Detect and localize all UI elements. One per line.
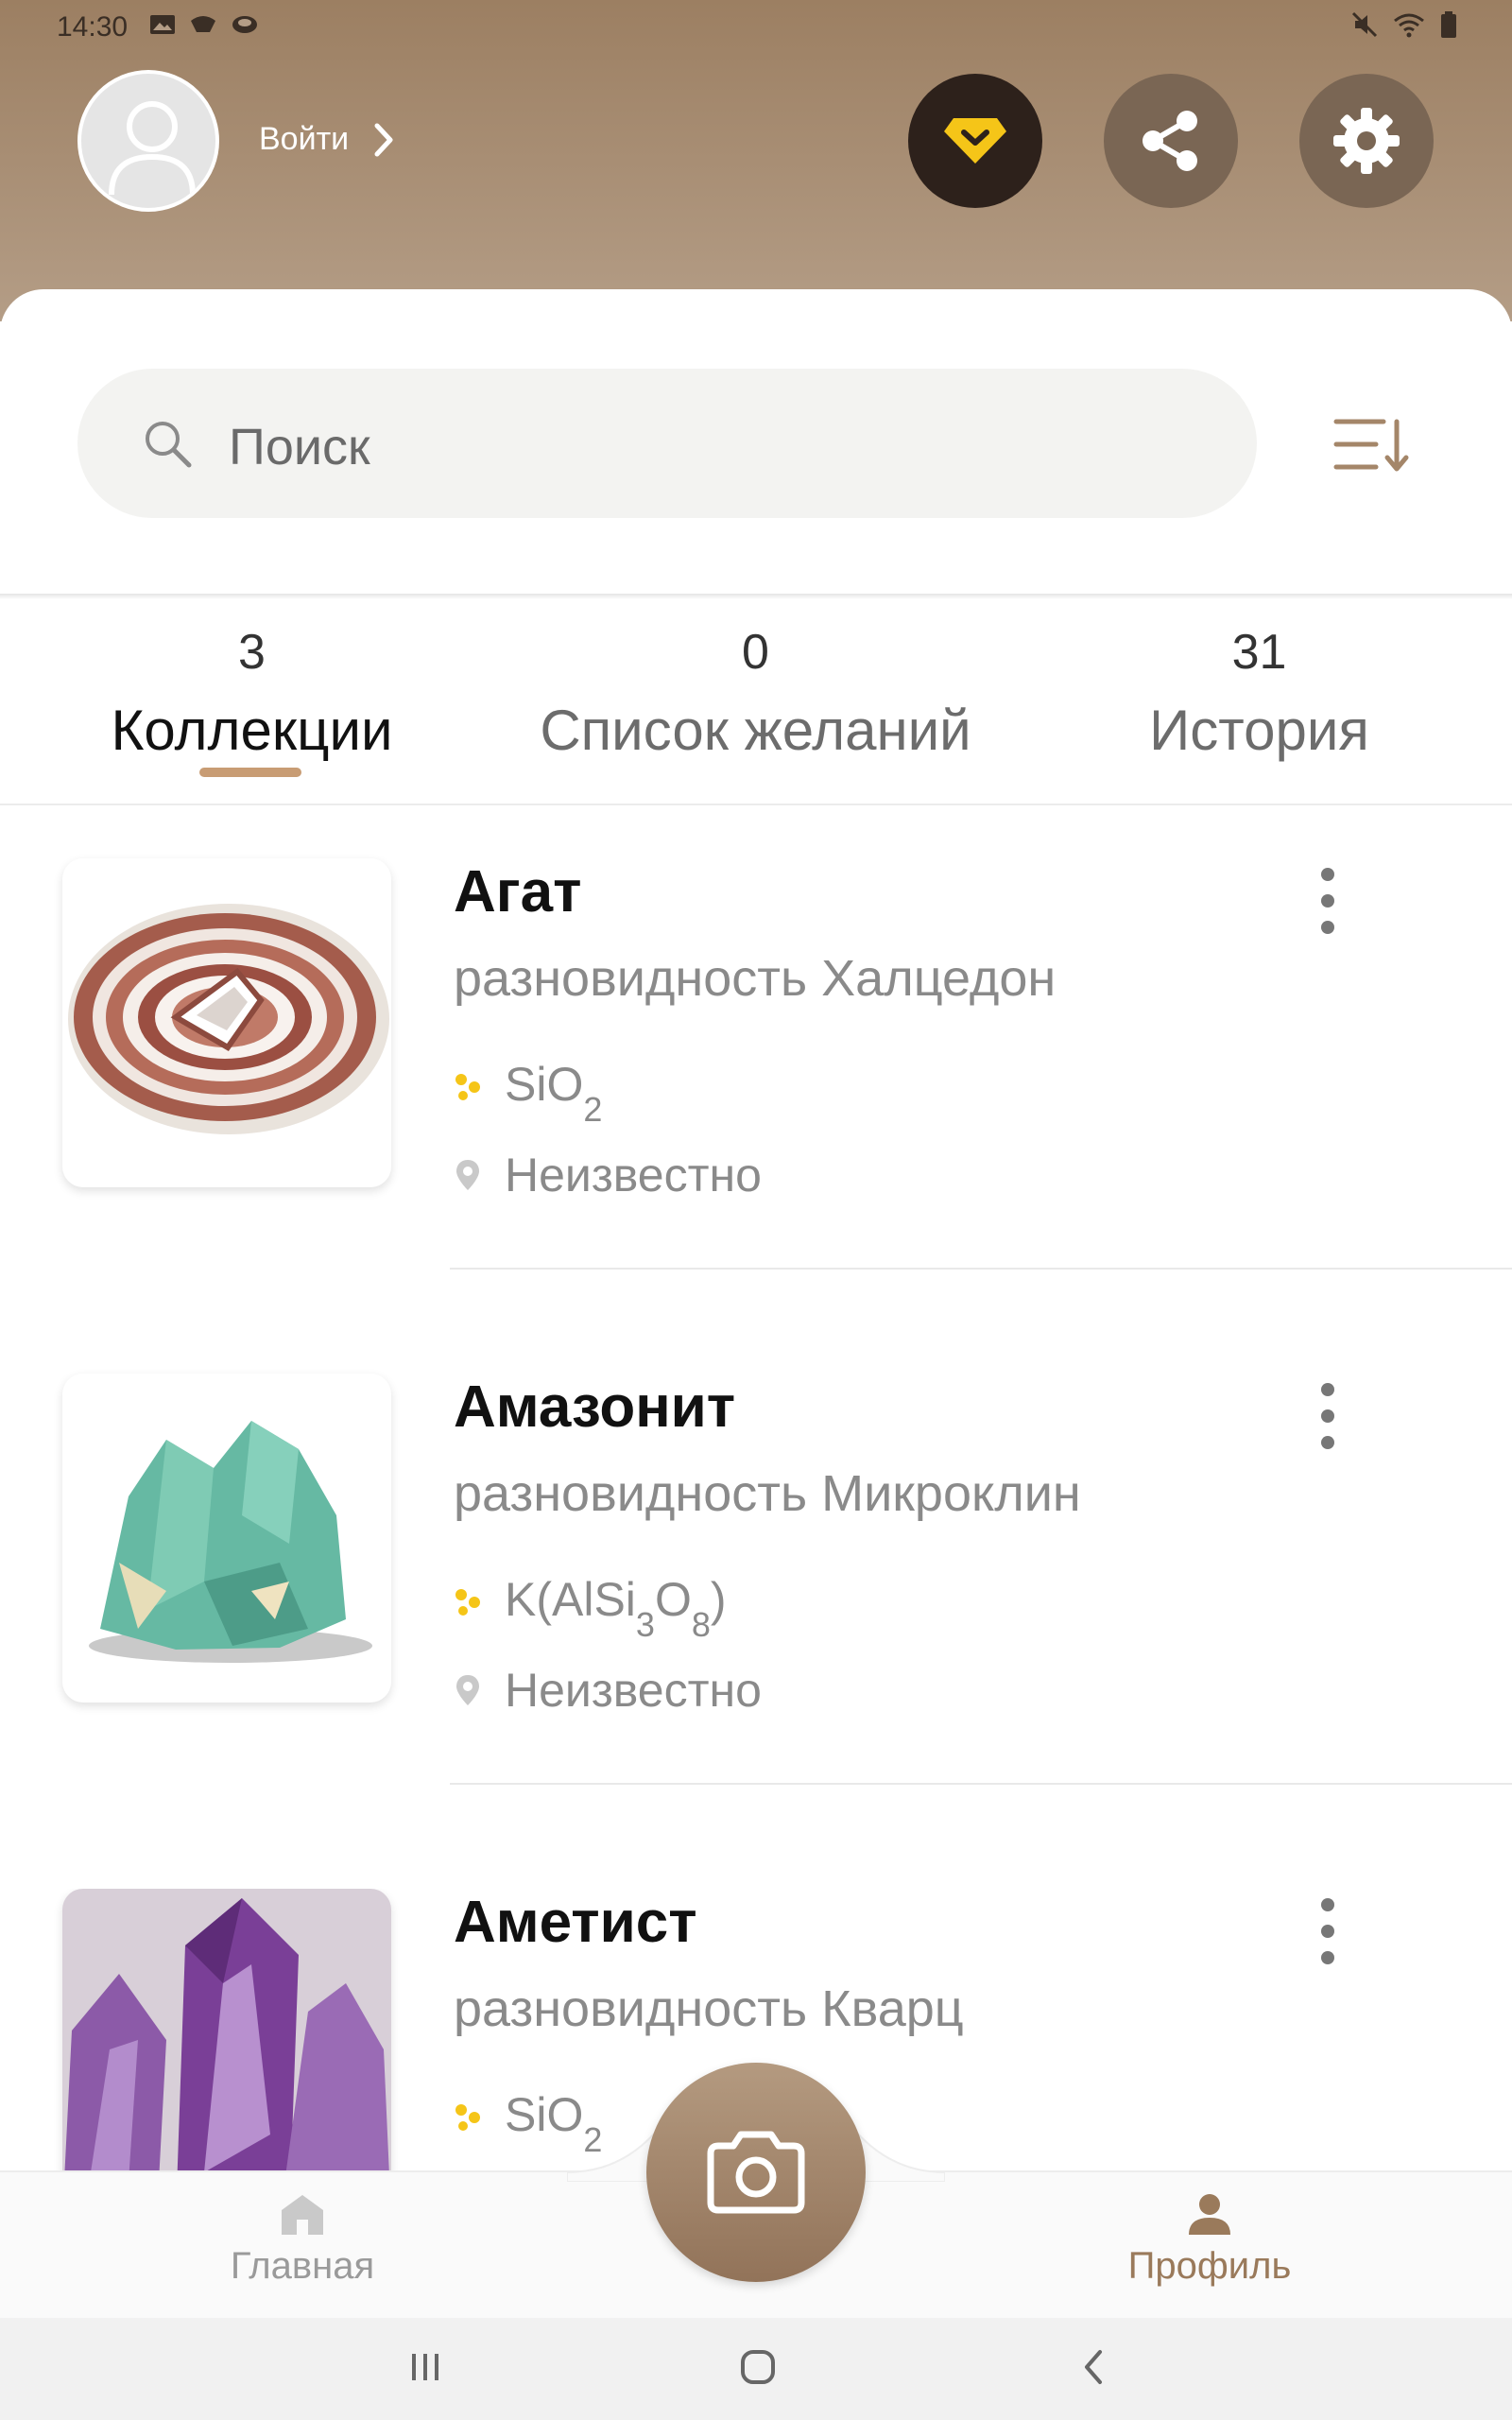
stone-notify-icon (232, 16, 257, 33)
diamond-icon (944, 118, 1006, 164)
location-pin-icon (456, 1675, 479, 1705)
status-time: 14:30 (57, 11, 129, 43)
tab-label: Список желаний (540, 699, 971, 762)
tab-count: 3 (238, 625, 266, 680)
active-tab-indicator (199, 768, 301, 777)
back-icon[interactable] (1075, 2348, 1113, 2386)
item-location: Неизвестно (454, 1148, 762, 1202)
home-icon (282, 2195, 323, 2235)
formula-text: SiO (505, 1058, 584, 1111)
wifi-icon (1394, 13, 1424, 38)
location-text: Неизвестно (505, 1664, 762, 1717)
item-location: Неизвестно (454, 1663, 762, 1718)
login-link[interactable]: Войти (259, 121, 394, 158)
list-item[interactable]: Агат разновидность Халцедон SiO2 Неизвес… (0, 858, 1512, 1374)
profile-icon (1189, 2194, 1230, 2235)
camera-icon (707, 2131, 805, 2214)
mineral-image-agate (62, 858, 391, 1187)
sort-icon[interactable] (1332, 414, 1414, 475)
mineral-image-amazonite (62, 1374, 391, 1703)
tab-history[interactable]: 31 История (1007, 624, 1511, 763)
formula-subscript: 3 (635, 1605, 655, 1644)
avatar[interactable] (77, 70, 219, 212)
tab-collections[interactable]: 3 Коллекции (0, 624, 504, 763)
mute-icon (1351, 11, 1378, 38)
home-system-icon[interactable] (739, 2348, 777, 2386)
more-options-icon[interactable] (1314, 868, 1342, 934)
list-item[interactable]: Амазонит разновидность Микроклин K(AlSi3… (0, 1374, 1512, 1889)
tabs-divider (0, 804, 1512, 805)
recent-apps-icon[interactable] (406, 2348, 444, 2386)
item-variety: разновидность Микроклин (454, 1465, 1081, 1522)
login-label: Войти (259, 121, 350, 157)
settings-button[interactable] (1299, 74, 1434, 208)
item-formula: SiO2 (454, 1057, 602, 1129)
item-name: Аметист (454, 1890, 697, 1955)
search-icon (146, 422, 192, 468)
status-bar: 14:30 (0, 0, 1512, 55)
molecule-icon (455, 2104, 480, 2131)
camera-button[interactable] (646, 2063, 866, 2282)
gallery-icon (150, 15, 175, 34)
system-navigation-bar (0, 2318, 1512, 2420)
search-input[interactable]: Поиск (77, 369, 1257, 518)
item-variety: разновидность Халцедон (454, 950, 1057, 1007)
tab-label: Коллекции (111, 699, 393, 762)
molecule-icon (455, 1589, 480, 1616)
search-placeholder: Поиск (229, 419, 370, 475)
mineral-image-amethyst (62, 1889, 391, 2170)
formula-text: K(AlSi (505, 1573, 636, 1626)
more-options-icon[interactable] (1314, 1383, 1342, 1449)
gear-icon (1333, 108, 1400, 174)
status-notification-icons (149, 13, 259, 36)
mineral-notify-icon (191, 16, 215, 32)
formula-text: ) (710, 1573, 727, 1626)
item-formula: K(AlSi3O8) (454, 1572, 727, 1644)
formula-text: O (654, 1573, 692, 1626)
formula-subscript: 2 (583, 1090, 603, 1129)
item-divider (450, 1783, 1512, 1785)
item-name: Амазонит (454, 1374, 736, 1440)
more-options-icon[interactable] (1314, 1898, 1342, 1964)
tab-count: 31 (1231, 625, 1287, 680)
tab-label: История (1149, 699, 1369, 762)
location-text: Неизвестно (505, 1149, 762, 1201)
item-name: Агат (454, 859, 582, 925)
item-variety: разновидность Кварц (454, 1980, 964, 2037)
tab-wishlist[interactable]: 0 Список желаний (504, 624, 1007, 763)
status-system-icons (1351, 11, 1457, 38)
nav-home[interactable]: Главная (189, 2191, 416, 2288)
battery-icon (1441, 11, 1456, 38)
chevron-right-icon (374, 123, 393, 156)
tab-count: 0 (742, 625, 769, 680)
share-button[interactable] (1104, 74, 1238, 208)
molecule-icon (455, 1074, 480, 1100)
nav-profile-label: Профиль (1127, 2245, 1292, 2287)
share-icon (1143, 111, 1197, 171)
location-pin-icon (456, 1160, 479, 1190)
search-divider (0, 594, 1512, 599)
nav-profile[interactable]: Профиль (1096, 2191, 1323, 2288)
formula-subscript: 8 (691, 1605, 711, 1644)
nav-home-label: Главная (230, 2245, 375, 2287)
item-divider (450, 1268, 1512, 1270)
premium-button[interactable] (908, 74, 1042, 208)
